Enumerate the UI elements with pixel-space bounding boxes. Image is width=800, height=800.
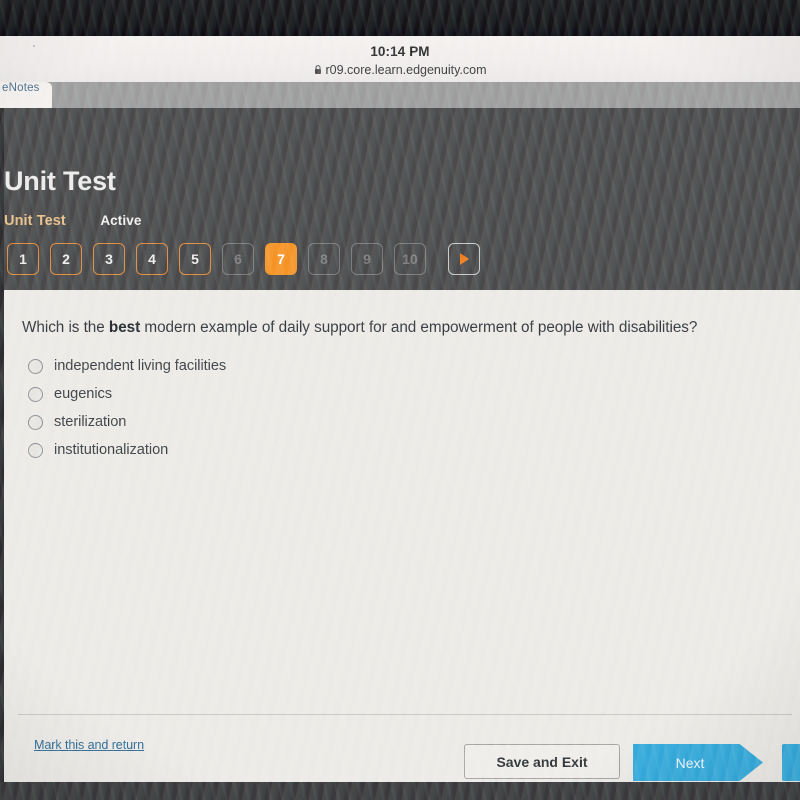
answer-option-label: independent living facilities bbox=[54, 358, 227, 374]
pager-item-3[interactable]: 3 bbox=[93, 243, 125, 275]
pager-next-button[interactable] bbox=[448, 243, 480, 275]
answer-option-label: sterilization bbox=[54, 414, 127, 430]
pager-item-5[interactable]: 5 bbox=[179, 243, 211, 275]
pager-item-10: 10 bbox=[394, 243, 426, 275]
answer-option-row[interactable]: independent living facilities bbox=[28, 352, 226, 380]
next-button[interactable]: Next bbox=[633, 744, 763, 781]
pager-item-8: 8 bbox=[308, 243, 340, 275]
lock-icon bbox=[314, 64, 322, 78]
answer-option-label: institutionalization bbox=[54, 442, 169, 458]
device-bezel-top bbox=[0, 0, 800, 36]
subtab-row: Unit Test Active bbox=[4, 212, 141, 232]
radio-button[interactable] bbox=[28, 358, 43, 374]
app-header: Unit Test Unit Test Active 1 2 3 4 5 6 7 8 9 10 bbox=[4, 108, 800, 290]
triangle-right-icon bbox=[459, 253, 469, 265]
pager-item-6: 6 bbox=[222, 243, 254, 275]
address-bar[interactable]: r09.core.learn.edgenuity.com bbox=[0, 63, 800, 78]
question-text: Which is the best modern example of dail… bbox=[22, 318, 786, 337]
question-text-prefix: Which is the bbox=[22, 319, 109, 336]
browser-tab-strip: eNotes bbox=[0, 82, 800, 108]
pager-item-2[interactable]: 2 bbox=[50, 243, 82, 275]
status-bar-time: 10:14 PM bbox=[370, 44, 430, 59]
question-text-emphasis: best bbox=[108, 319, 141, 336]
browser-tab-label: eNotes bbox=[2, 82, 40, 94]
question-pager: 1 2 3 4 5 6 7 8 9 10 bbox=[7, 243, 480, 275]
answer-option-row[interactable]: institutionalization bbox=[28, 436, 226, 464]
answer-option-label: eugenics bbox=[54, 386, 113, 402]
mark-this-and-return-link[interactable]: Mark this and return bbox=[34, 738, 144, 752]
radio-button[interactable] bbox=[28, 414, 43, 430]
pager-item-7[interactable]: 7 bbox=[265, 243, 297, 275]
answer-options-list: independent living facilities eugenics ste… bbox=[28, 352, 226, 464]
address-bar-url: r09.core.learn.edgenuity.com bbox=[325, 63, 487, 77]
next-overflow-button[interactable] bbox=[782, 744, 800, 781]
status-badge-active: Active bbox=[100, 213, 142, 228]
pager-item-9: 9 bbox=[351, 243, 383, 275]
pager-item-4[interactable]: 4 bbox=[136, 243, 168, 275]
device-screen-photo: 10:14 PM r09.core.learn.edgenuity.com eN… bbox=[0, 0, 800, 800]
answer-option-row[interactable]: sterilization bbox=[28, 408, 226, 436]
device-bezel-bottom bbox=[0, 782, 800, 800]
save-and-exit-button[interactable]: Save and Exit bbox=[464, 744, 620, 779]
browser-tab-enotes[interactable]: eNotes bbox=[0, 82, 52, 108]
answer-option-row[interactable]: eugenics bbox=[28, 380, 226, 408]
question-text-suffix: modern example of daily support for and … bbox=[140, 319, 698, 336]
question-content-card: Which is the best modern example of dail… bbox=[4, 290, 800, 782]
footer-divider bbox=[18, 714, 792, 715]
radio-button[interactable] bbox=[28, 386, 43, 402]
radio-button[interactable] bbox=[28, 442, 43, 458]
pager-item-1[interactable]: 1 bbox=[7, 243, 39, 275]
page-title: Unit Test bbox=[4, 166, 116, 196]
subtab-unit-test[interactable]: Unit Test bbox=[4, 213, 66, 229]
